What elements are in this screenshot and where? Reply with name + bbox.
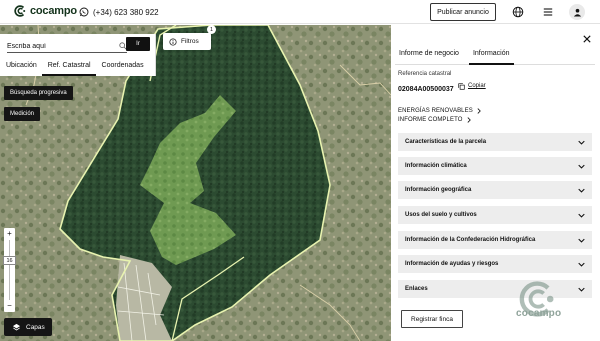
- info-icon: [169, 37, 177, 46]
- chevron-down-icon: [578, 140, 585, 145]
- publish-listing-button[interactable]: Publicar anuncio: [430, 3, 496, 21]
- cadastral-ref-label: Referencia catastral: [398, 71, 452, 77]
- globe-icon[interactable]: [512, 6, 524, 18]
- section-land-use[interactable]: Usos del suelo y cultivos: [398, 206, 592, 224]
- section-title: Información geográfica: [405, 187, 472, 193]
- filters-label: Filtros: [181, 38, 199, 45]
- user-account-button[interactable]: [569, 4, 585, 20]
- section-climate-info[interactable]: Información climática: [398, 157, 592, 175]
- zoom-out-button[interactable]: −: [4, 301, 15, 312]
- section-geographic-info[interactable]: Información geográfica: [398, 181, 592, 199]
- copy-icon: [458, 83, 465, 90]
- search-mode-tabs: Ubicación Ref. Catastral Coordenadas: [0, 58, 156, 76]
- section-aid-risks[interactable]: Información de ayudas y riesgos: [398, 255, 592, 273]
- section-title: Enlaces: [405, 286, 428, 292]
- zoom-control: + −: [4, 228, 15, 312]
- section-title: Información de ayudas y riesgos: [405, 261, 499, 267]
- search-input[interactable]: [7, 42, 107, 50]
- section-title: Información de la Confederación Hidrográ…: [405, 237, 536, 243]
- full-report-label: INFORME COMPLETO: [398, 117, 463, 123]
- section-title: Características de la parcela: [405, 139, 487, 145]
- chevron-right-icon: [477, 108, 481, 114]
- chevron-down-icon: [578, 238, 585, 243]
- panel-tabs: Informe de negocio Información: [395, 47, 595, 65]
- section-title: Información climática: [405, 163, 467, 169]
- tab-business-report[interactable]: Informe de negocio: [395, 47, 463, 65]
- layers-label: Capas: [26, 323, 45, 331]
- cocampo-logo-icon: [14, 5, 26, 17]
- menu-icon[interactable]: [542, 6, 554, 18]
- filters-count-badge: 1: [207, 25, 216, 34]
- chevron-down-icon: [578, 287, 585, 292]
- chevron-down-icon: [578, 164, 585, 169]
- layers-button[interactable]: Capas: [4, 318, 52, 336]
- chevron-down-icon: [578, 213, 585, 218]
- zoom-in-button[interactable]: +: [4, 228, 15, 239]
- parcel-info-panel: Informe de negocio Información Referenci…: [391, 25, 600, 341]
- copy-button[interactable]: Copiar: [458, 83, 486, 90]
- brand-name: cocampo: [30, 5, 77, 17]
- phone-number: (+34) 623 380 922: [93, 7, 159, 17]
- zoom-slider-track[interactable]: [9, 240, 10, 300]
- measure-button[interactable]: Medición: [4, 107, 41, 121]
- tab-information[interactable]: Información: [468, 47, 514, 65]
- renewable-energy-label: ENERGÍAS RENOVABLES: [398, 108, 473, 114]
- close-icon[interactable]: [583, 35, 591, 43]
- brand-logo[interactable]: cocampo: [13, 4, 77, 18]
- filters-button[interactable]: Filtros: [163, 33, 211, 50]
- section-parcel-features[interactable]: Características de la parcela: [398, 133, 592, 151]
- zoom-level-indicator[interactable]: 16: [3, 256, 16, 265]
- progressive-search-button[interactable]: Búsqueda progresiva: [4, 86, 73, 100]
- user-icon: [573, 8, 581, 17]
- section-links[interactable]: Enlaces: [398, 280, 592, 298]
- section-title: Usos del suelo y cultivos: [405, 212, 477, 218]
- chevron-down-icon: [578, 262, 585, 267]
- search-field[interactable]: [7, 40, 127, 53]
- tab-ref-catastral[interactable]: Ref. Catastral: [41, 58, 96, 76]
- chevron-right-icon: [467, 117, 471, 123]
- tab-coordenadas[interactable]: Coordenadas: [96, 58, 149, 76]
- chevron-down-icon: [578, 188, 585, 193]
- renewable-energy-link[interactable]: ENERGÍAS RENOVABLES: [398, 108, 482, 114]
- register-farm-button[interactable]: Registrar finca: [401, 310, 463, 328]
- cadastral-ref-value: 02084A00500037: [398, 86, 454, 93]
- section-hydrographic-info[interactable]: Información de la Confederación Hidrográ…: [398, 231, 592, 249]
- search-go-button[interactable]: Ir: [126, 37, 150, 51]
- phone-contact[interactable]: (+34) 623 380 922: [79, 7, 159, 17]
- search-panel: Ir Ubicación Ref. Catastral Coordenadas: [0, 34, 156, 76]
- watermark-text: cocampo: [516, 308, 562, 319]
- full-report-link[interactable]: INFORME COMPLETO: [398, 117, 472, 123]
- layers-icon: [12, 323, 21, 330]
- copy-label: Copiar: [468, 83, 486, 89]
- top-header: cocampo (+34) 623 380 922 Publicar anunc…: [0, 0, 600, 24]
- whatsapp-icon: [79, 7, 89, 17]
- tab-ubicacion[interactable]: Ubicación: [0, 58, 42, 76]
